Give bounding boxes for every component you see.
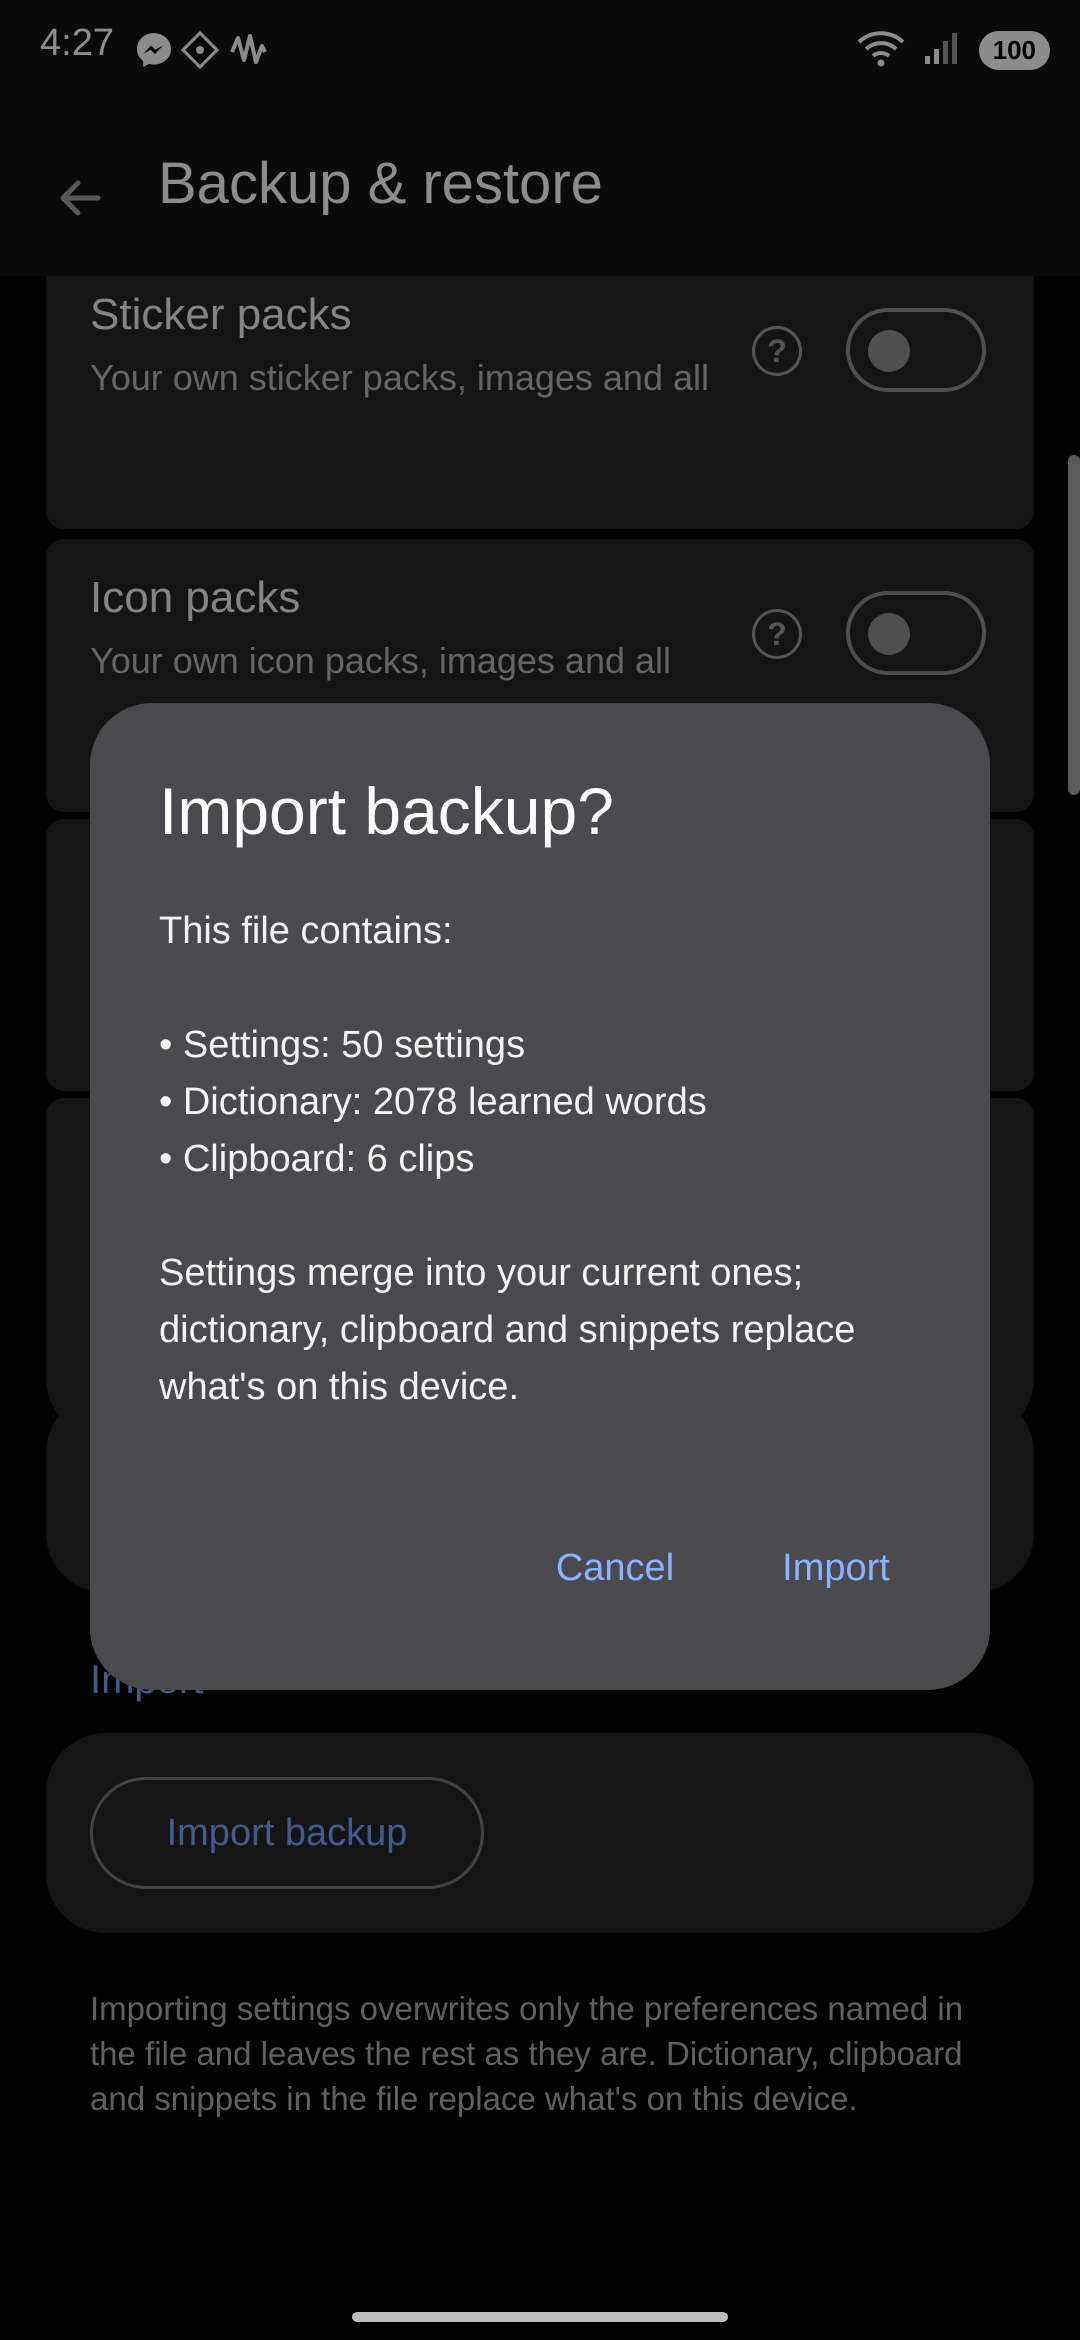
dialog-intro: This file contains:	[159, 910, 453, 952]
dialog-item: • Settings: 50 settings	[159, 1024, 526, 1066]
import-button[interactable]: Import	[746, 1525, 926, 1611]
gesture-nav-bar[interactable]	[352, 2312, 728, 2322]
dialog-title: Import backup?	[159, 774, 614, 848]
cancel-button[interactable]: Cancel	[540, 1525, 690, 1611]
scrollbar[interactable]	[1068, 455, 1080, 795]
dialog-item: • Dictionary: 2078 learned words	[159, 1081, 707, 1123]
dialog-item: • Clipboard: 6 clips	[159, 1138, 475, 1180]
import-backup-dialog: Import backup? This file contains: • Set…	[90, 703, 990, 1690]
dialog-note: Settings merge into your current ones; d…	[159, 1252, 856, 1408]
